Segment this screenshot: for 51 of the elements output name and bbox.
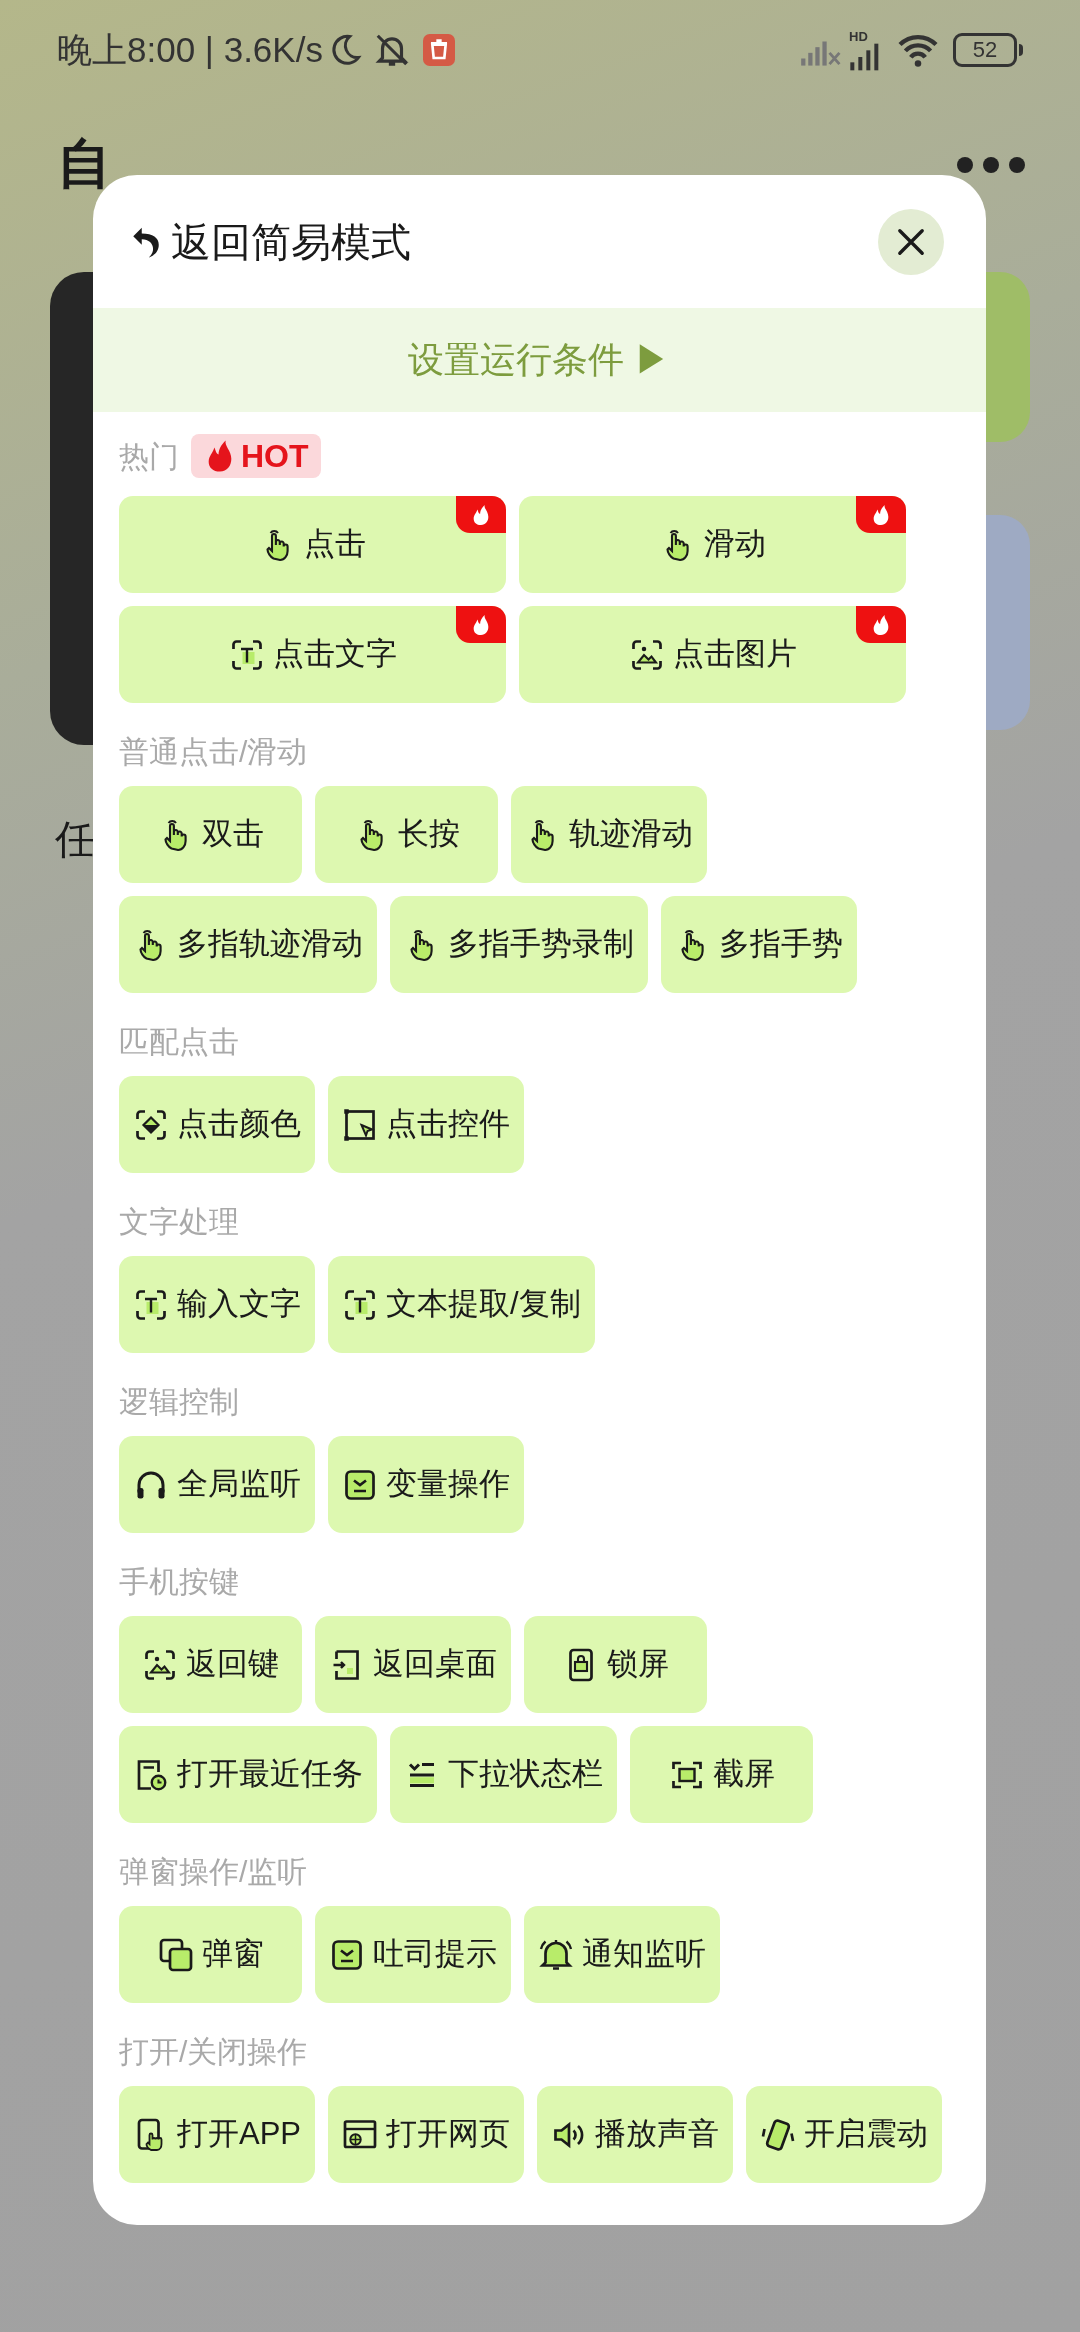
action-button[interactable]: 多指手势 — [661, 896, 857, 993]
action-button[interactable]: 截屏 — [630, 1726, 813, 1823]
close-icon — [897, 227, 925, 256]
action-button[interactable]: 点击控件 — [328, 1076, 524, 1173]
action-button[interactable]: 下拉状态栏 — [390, 1726, 617, 1823]
action-button[interactable]: 返回键 — [119, 1616, 302, 1713]
action-button[interactable]: 文本提取/复制 — [328, 1256, 595, 1353]
action-button[interactable]: 播放声音 — [537, 2086, 734, 2183]
signal-icon — [849, 42, 881, 71]
section-heading: 任 — [55, 816, 95, 863]
section-label: 匹配点击 — [119, 1023, 239, 1060]
section-label: 弹窗操作/监听 — [119, 1853, 308, 1890]
windows-icon — [157, 1936, 194, 1973]
section-label: 普通点击/滑动 — [119, 733, 308, 770]
action-button[interactable]: 弹窗 — [119, 1906, 302, 2003]
action-button[interactable]: 全局监听 — [119, 1436, 315, 1533]
action-button[interactable]: 点击文字 — [119, 606, 506, 703]
vibrating-phone-icon — [760, 2116, 797, 2153]
cursor-frame-icon — [342, 1106, 378, 1143]
action-button[interactable]: 吐司提示 — [315, 1906, 511, 2003]
section-label: 热门 — [119, 438, 179, 475]
back-button[interactable]: 返回简易模式 — [131, 211, 411, 272]
action-button[interactable]: 点击图片 — [519, 606, 906, 703]
action-button[interactable]: 点击颜色 — [119, 1076, 315, 1173]
app-title: 自 — [57, 132, 111, 195]
action-button[interactable]: 双击 — [119, 786, 302, 883]
battery-indicator: 52 — [953, 33, 1017, 67]
action-button[interactable]: 点击 — [119, 496, 506, 593]
action-button[interactable]: 打开APP — [119, 2086, 316, 2183]
action-button[interactable]: 长按 — [315, 786, 498, 883]
network-label: HD — [849, 29, 868, 43]
more-icon — [955, 155, 1027, 175]
hot-badge: HOT — [191, 434, 321, 478]
status-time: 晚上8:00 | 3.6K/s — [57, 28, 323, 71]
action-button[interactable]: 通知监听 — [524, 1906, 720, 2003]
action-button[interactable]: 变量操作 — [328, 1436, 524, 1533]
action-button[interactable]: 输入文字 — [119, 1256, 315, 1353]
action-button[interactable]: 打开网页 — [328, 2086, 525, 2183]
action-button[interactable]: 开启震动 — [746, 2086, 943, 2183]
section-label: 手机按键 — [119, 1563, 239, 1600]
section-label: 文字处理 — [119, 1203, 239, 1240]
action-button[interactable]: 打开最近任务 — [119, 1726, 377, 1823]
section-label: 打开/关闭操作 — [119, 2033, 308, 2070]
action-button[interactable]: 多指轨迹滑动 — [119, 896, 377, 993]
action-button[interactable]: 锁屏 — [524, 1616, 707, 1713]
section-label: 逻辑控制 — [119, 1383, 239, 1420]
action-button[interactable]: 滑动 — [519, 496, 906, 593]
action-button[interactable]: 轨迹滑动 — [511, 786, 707, 883]
action-button[interactable]: 返回桌面 — [315, 1616, 511, 1713]
trash-icon — [422, 34, 455, 66]
action-button[interactable]: 多指手势录制 — [390, 896, 648, 993]
